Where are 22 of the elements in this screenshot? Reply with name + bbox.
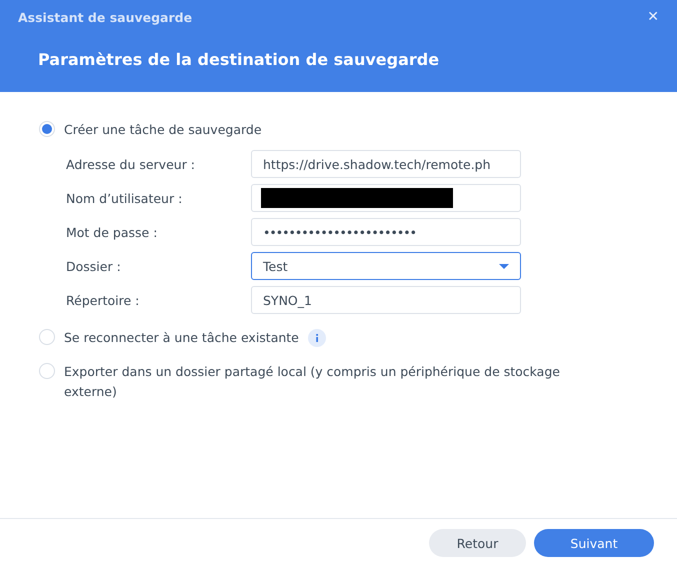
radio-button[interactable] [39,363,55,379]
field-label: Mot de passe : [66,224,158,240]
input-field[interactable]: https://drive.shadow.tech/remote.ph [251,150,521,178]
next-button[interactable]: Suivant [534,529,654,557]
input-field[interactable] [251,184,521,212]
option-label[interactable]: Exporter dans un dossier partagé local (y compris un périphérique de stockage externe) [64,362,604,402]
option-label[interactable]: Se reconnecter à une tâche existante [64,328,299,348]
folder-dropdown[interactable]: Test [251,252,521,280]
page-heading: Paramètres de la destination de sauvegarde [38,50,440,69]
field-label: Adresse du serveur : [66,156,196,172]
field-label: Dossier : [66,258,122,274]
radio-button[interactable] [39,121,55,137]
input-field[interactable]: SYNO_1 [251,286,521,314]
caret-icon [499,264,509,268]
field-label: Nom d’utilisateur : [66,190,184,206]
back-button[interactable]: Retour [429,529,526,557]
password-field[interactable]: •••••••••••••••••••••••• [251,218,521,246]
field-label: Répertoire : [66,292,140,308]
window-title: Assistant de sauvegarde [18,10,192,24]
radio-button[interactable] [39,329,55,345]
info-icon[interactable] [308,329,326,347]
option-label[interactable]: Créer une tâche de sauvegarde [64,120,262,140]
